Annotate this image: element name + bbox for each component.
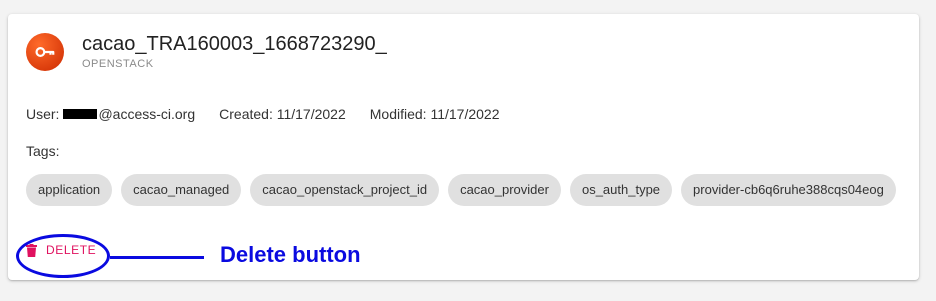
title-block: cacao_TRA160003_1668723290_ OPENSTACK	[82, 32, 387, 70]
avatar	[26, 33, 64, 71]
tags-label: Tags:	[26, 143, 60, 159]
key-icon	[34, 41, 56, 63]
tag-chip: cacao_provider	[448, 174, 561, 206]
annotation-line	[110, 256, 204, 259]
tag-chip: cacao_openstack_project_id	[250, 174, 440, 206]
tag-chip: cacao_managed	[121, 174, 242, 206]
user-email-domain: @access-ci.org	[98, 106, 196, 122]
tag-chip: provider-cb6q6ruhe388cqs04eog	[681, 174, 896, 206]
meta-user: User: @access-ci.org	[26, 106, 195, 122]
user-label: User:	[26, 106, 60, 122]
card-header: cacao_TRA160003_1668723290_ OPENSTACK	[26, 32, 387, 71]
card-title: cacao_TRA160003_1668723290_	[82, 33, 387, 55]
card-subtitle: OPENSTACK	[82, 58, 154, 70]
tag-list: application cacao_managed cacao_openstac…	[26, 174, 905, 206]
annotation-circle	[16, 234, 110, 278]
meta-row: User: @access-ci.org Created: 11/17/2022…	[26, 106, 524, 122]
tag-chip: application	[26, 174, 113, 206]
meta-modified: Modified: 11/17/2022	[369, 106, 500, 122]
annotation-label: Delete button	[220, 242, 361, 267]
cloud-credential-card: cacao_TRA160003_1668723290_ OPENSTACK Us…	[8, 14, 919, 280]
meta-created: Created: 11/17/2022	[219, 106, 346, 122]
redacted-username	[63, 109, 98, 119]
tag-chip: os_auth_type	[569, 174, 673, 206]
